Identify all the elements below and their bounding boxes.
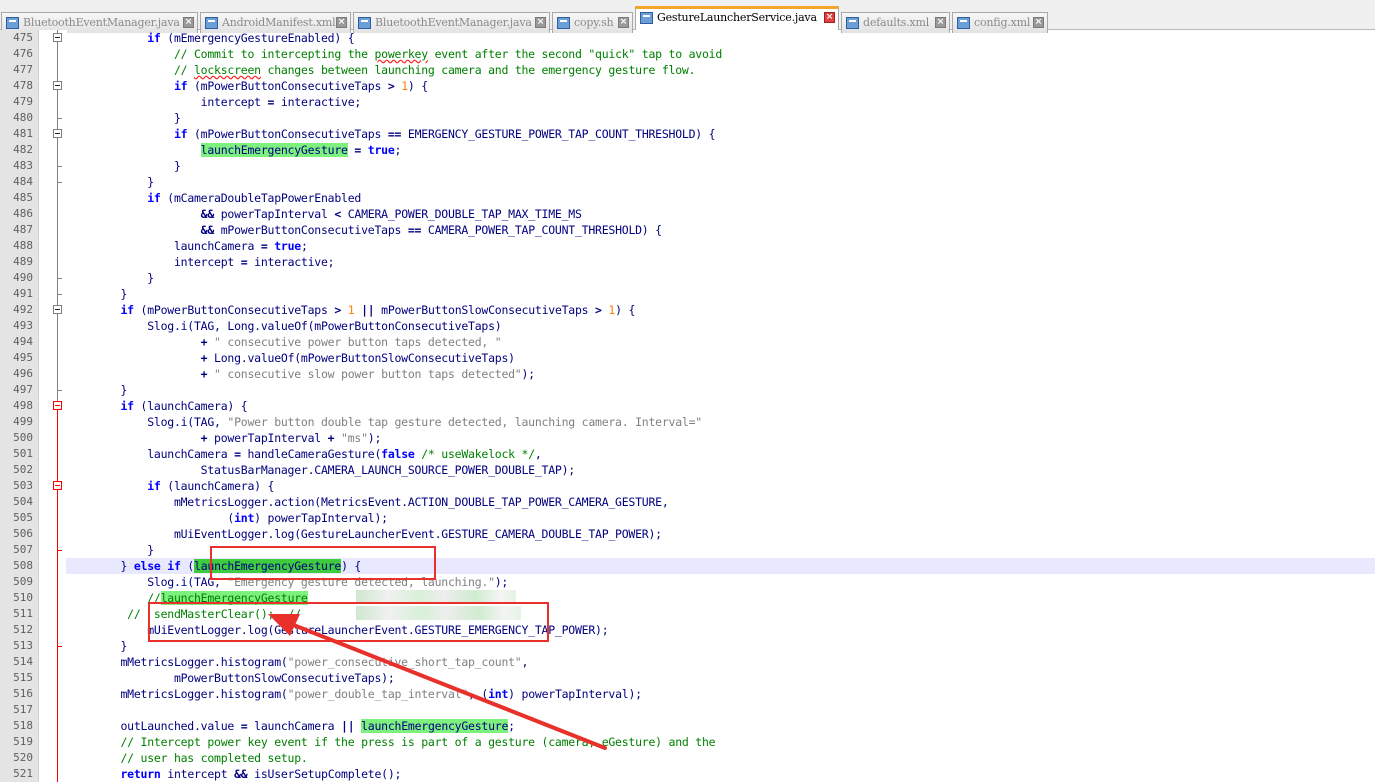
file-icon [557, 17, 570, 29]
tab-label: defaults.xml [863, 16, 930, 29]
tab-label: AndroidManifest.xml [222, 16, 336, 29]
tab-label: BluetoothEventManager.java [23, 16, 180, 29]
close-icon[interactable]: × [935, 17, 946, 28]
editor-tab-bar: BluetoothEventManager.java × AndroidManife… [0, 0, 1375, 33]
file-icon [205, 17, 218, 29]
tab-label: BluetoothEventManager.java [375, 16, 532, 29]
close-icon[interactable]: × [336, 17, 347, 28]
close-icon[interactable]: × [824, 12, 835, 23]
file-icon [6, 17, 19, 29]
tab-label: config.xml [974, 16, 1031, 29]
tab-label: copy.sh [574, 16, 614, 29]
code-editor[interactable]: 475 if (mEmergencyGestureEnabled) {476 /… [0, 30, 1375, 782]
close-icon[interactable]: × [535, 17, 546, 28]
tab-label: GestureLauncherService.java [657, 11, 817, 24]
file-icon [358, 17, 371, 29]
close-icon[interactable]: × [1033, 17, 1044, 28]
close-icon[interactable]: × [183, 17, 194, 28]
file-icon [957, 17, 970, 29]
annotation-arrow-icon [268, 614, 607, 750]
close-icon[interactable]: × [618, 17, 629, 28]
tab-strip: BluetoothEventManager.java × AndroidManife… [1, 6, 1050, 33]
file-icon [846, 17, 859, 29]
tab-gesturelauncherservice-java[interactable]: GestureLauncherService.java × [635, 6, 839, 30]
file-icon [640, 12, 653, 24]
